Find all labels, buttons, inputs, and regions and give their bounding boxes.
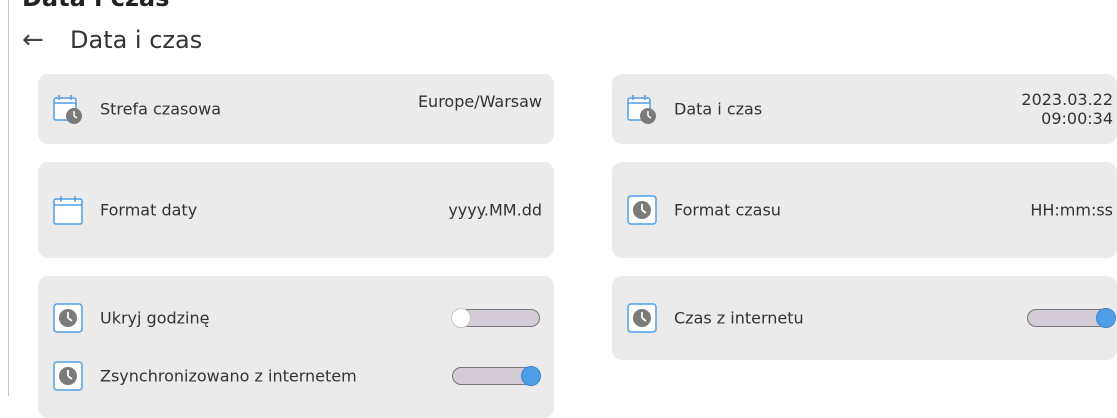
setting-value: Europe/Warsaw [417, 92, 542, 111]
setting-label: Strefa czasowa [100, 99, 222, 119]
clock-icon [53, 361, 83, 391]
setting-synchronized[interactable]: Zsynchronizowano z internetem [38, 334, 554, 418]
setting-label: Data i czas [674, 99, 763, 119]
toggle-knob [1096, 308, 1116, 328]
setting-label: Czas z internetu [674, 308, 804, 328]
page-header: ← Data i czas [22, 22, 202, 58]
back-arrow-icon[interactable]: ← [22, 27, 70, 53]
setting-label: Format czasu [674, 200, 781, 220]
setting-internet-time[interactable]: Czas z internetu [612, 276, 1117, 360]
toggle-knob [451, 308, 471, 328]
calendar-icon [53, 196, 83, 225]
internet-time-toggle[interactable] [1027, 308, 1116, 328]
setting-label: Ukryj godzinę [100, 308, 210, 328]
setting-value: 2023.03.22 09:00:34 [1021, 90, 1113, 128]
setting-date-time[interactable]: Data i czas 2023.03.22 09:00:34 [612, 74, 1117, 144]
clock-icon [627, 195, 657, 225]
setting-time-format[interactable]: Format czasu HH:mm:ss [612, 162, 1117, 258]
hide-time-toggle[interactable] [451, 308, 540, 328]
clock-icon [53, 303, 83, 333]
page-title: Data i czas [70, 26, 203, 54]
clock-icon [627, 303, 657, 333]
setting-timezone[interactable]: Strefa czasowa Europe/Warsaw [38, 74, 554, 144]
setting-label: Zsynchronizowano z internetem [100, 366, 357, 386]
previous-page-title-cut: Data i czas [22, 0, 169, 12]
synchronized-toggle[interactable] [452, 366, 541, 386]
calendar-clock-icon [627, 95, 656, 124]
left-border-line [8, 0, 9, 396]
calendar-clock-icon [53, 95, 82, 124]
toggle-knob [521, 366, 541, 386]
setting-label: Format daty [100, 200, 198, 220]
setting-date-format[interactable]: Format daty yyyy.MM.dd [38, 162, 554, 258]
setting-value: yyyy.MM.dd [448, 200, 542, 220]
setting-value: HH:mm:ss [1030, 200, 1113, 220]
